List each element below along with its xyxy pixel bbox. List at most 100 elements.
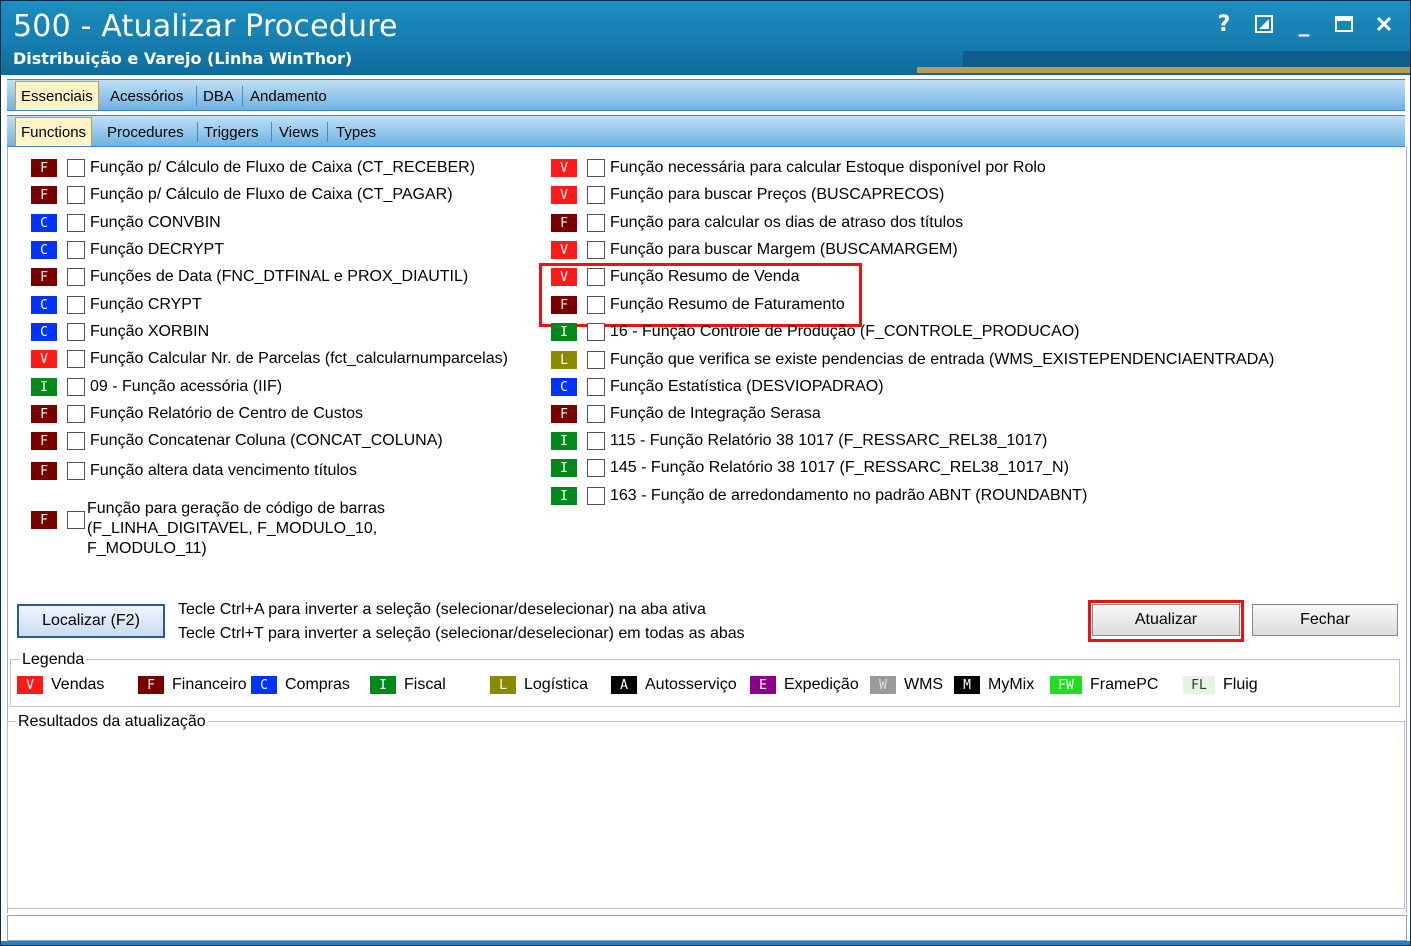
minimize-button[interactable]: _ (1292, 11, 1316, 37)
function-item[interactable]: V Função necessária para calcular Estoque… (551, 159, 1046, 177)
fechar-button[interactable]: Fechar (1252, 604, 1398, 636)
legend-title: Legenda (20, 651, 87, 669)
function-item[interactable]: L Função que verifica se existe pendencia… (551, 351, 1274, 369)
function-checkbox[interactable] (67, 214, 85, 232)
help-button[interactable]: ? (1212, 11, 1236, 37)
function-item[interactable]: F Função p/ Cálculo de Fluxo de Caixa (CT… (31, 159, 475, 177)
function-item[interactable]: I 145 - Função Relatório 38 1017 (F_RESSA… (551, 459, 1069, 477)
tab-separator (242, 86, 243, 106)
function-checkbox[interactable] (67, 323, 85, 341)
function-item[interactable]: F Funções de Data (FNC_DTFINAL e PROX_DIA… (31, 268, 468, 286)
category-badge-f: F (31, 186, 57, 204)
function-checkbox[interactable] (587, 186, 605, 204)
results-title: Resultados da atualização (16, 713, 208, 731)
tab-procedures[interactable]: Procedures (102, 119, 189, 145)
tab-views[interactable]: Views (274, 119, 324, 145)
function-item[interactable]: C Função Estatística (DESVIOPADRAO) (551, 378, 884, 396)
function-item[interactable]: F Função para calcular os dias de atraso … (551, 214, 963, 232)
tab-andamento[interactable]: Andamento (245, 83, 332, 109)
category-badge-v: V (551, 186, 577, 204)
function-item[interactable]: I 163 - Função de arredondamento no padrã… (551, 487, 1087, 505)
function-item[interactable]: V Função Calcular Nr. de Parcelas (fct_ca… (31, 350, 508, 368)
localizar-button[interactable]: Localizar (F2) (17, 604, 165, 638)
legend-label: Compras (285, 676, 350, 693)
function-item[interactable]: I 16 - Função Controle de Produção (F_CON… (551, 323, 1080, 341)
title-decoration (963, 51, 1410, 67)
function-checkbox[interactable] (67, 462, 85, 480)
function-label: 09 - Função acessória (IIF) (90, 378, 283, 395)
function-checkbox[interactable] (67, 159, 85, 177)
tab-essenciais[interactable]: Essenciais (15, 81, 99, 110)
function-checkbox[interactable] (67, 350, 85, 368)
function-item[interactable]: F Função Resumo de Faturamento (551, 296, 845, 314)
function-checkbox[interactable] (587, 487, 605, 505)
category-badge-m: M (954, 676, 980, 694)
maximize-button[interactable] (1332, 11, 1356, 37)
function-checkbox[interactable] (587, 296, 605, 314)
close-window-button[interactable] (1372, 11, 1396, 37)
legend-item-autosserviço: A Autosserviço (611, 676, 737, 694)
function-label: 145 - Função Relatório 38 1017 (F_RESSAR… (610, 459, 1069, 476)
atualizar-button[interactable]: Atualizar (1092, 604, 1240, 636)
category-badge-i: I (31, 378, 57, 396)
function-label: Função necessária para calcular Estoque … (610, 159, 1046, 176)
function-label: 16 - Função Controle de Produção (F_CONT… (610, 323, 1080, 340)
function-checkbox[interactable] (67, 432, 85, 450)
legend-item-logística: L Logística (490, 676, 588, 694)
function-item[interactable]: V Função para buscar Preços (BUSCAPRECOS) (551, 186, 944, 204)
function-item[interactable]: F Função Relatório de Centro de Custos (31, 405, 363, 423)
function-item[interactable]: F Função p/ Cálculo de Fluxo de Caixa (CT… (31, 186, 453, 204)
category-badge-v: V (551, 268, 577, 286)
function-item[interactable]: C Função CONVBIN (31, 214, 221, 232)
function-checkbox[interactable] (67, 296, 85, 314)
maximize-icon (1335, 16, 1353, 32)
function-checkbox[interactable] (587, 241, 605, 259)
function-checkbox[interactable] (587, 159, 605, 177)
legend-item-framepc: FW FramePC (1050, 676, 1158, 694)
function-checkbox[interactable] (67, 241, 85, 259)
function-item[interactable]: V Função Resumo de Venda (551, 268, 799, 286)
function-checkbox[interactable] (587, 323, 605, 341)
function-checkbox[interactable] (67, 405, 85, 423)
category-badge-f: F (31, 405, 57, 423)
function-item[interactable]: F Função de Integração Serasa (551, 405, 821, 423)
function-checkbox[interactable] (587, 432, 605, 450)
legend-item-fluig: FL Fluig (1183, 676, 1258, 694)
function-item[interactable]: V Função para buscar Margem (BUSCAMARGEM) (551, 241, 958, 259)
function-label: 115 - Função Relatório 38 1017 (F_RESSAR… (610, 432, 1048, 449)
function-item[interactable]: F (31, 511, 90, 529)
category-badge-f: F (31, 432, 57, 450)
function-checkbox[interactable] (587, 405, 605, 423)
tab-separator (196, 86, 197, 106)
function-label-multiline: Função para geração de código de barras (… (87, 499, 385, 559)
function-checkbox[interactable] (587, 351, 605, 369)
function-checkbox[interactable] (587, 214, 605, 232)
function-item[interactable]: C Função DECRYPT (31, 241, 224, 259)
function-item[interactable]: C Função CRYPT (31, 296, 202, 314)
tab-dba[interactable]: DBA (198, 83, 239, 109)
function-checkbox[interactable] (67, 268, 85, 286)
function-checkbox[interactable] (587, 378, 605, 396)
legend-label: Vendas (51, 676, 105, 693)
function-item[interactable]: F Função Concatenar Coluna (CONCAT_COLUNA… (31, 432, 443, 450)
tab-acessorios[interactable]: Acessórios (105, 83, 188, 109)
function-checkbox[interactable] (67, 511, 85, 529)
results-textarea[interactable] (9, 731, 1401, 905)
function-item[interactable]: I 115 - Função Relatório 38 1017 (F_RESSA… (551, 432, 1047, 450)
function-checkbox[interactable] (587, 459, 605, 477)
sub-tabs: Functions Procedures Triggers Views Type… (7, 115, 1405, 147)
restore-layout-button[interactable] (1252, 11, 1276, 37)
function-checkbox[interactable] (67, 186, 85, 204)
function-checkbox[interactable] (67, 378, 85, 396)
function-item[interactable]: F Função altera data vencimento títulos (31, 462, 357, 480)
legend-label: Fiscal (404, 676, 446, 693)
legend-label: Expedição (784, 676, 859, 693)
category-badge-c: C (31, 214, 57, 232)
category-badge-f: F (31, 462, 57, 480)
tab-types[interactable]: Types (331, 119, 381, 145)
tab-triggers[interactable]: Triggers (199, 119, 263, 145)
function-item[interactable]: C Função XORBIN (31, 323, 209, 341)
function-item[interactable]: I 09 - Função acessória (IIF) (31, 378, 282, 396)
tab-functions[interactable]: Functions (15, 117, 93, 146)
function-checkbox[interactable] (587, 268, 605, 286)
